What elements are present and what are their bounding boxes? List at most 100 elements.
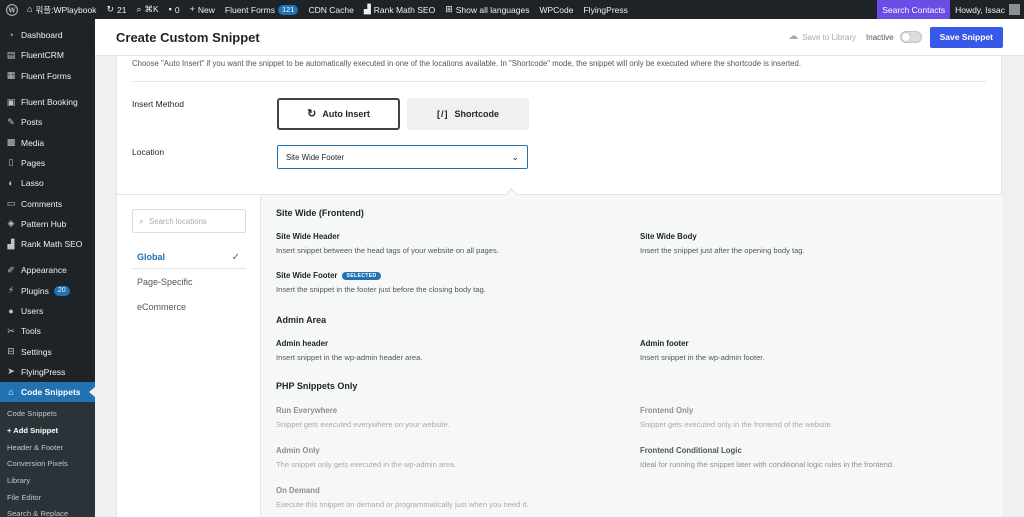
chevron-down-icon: ⌄ [511,151,519,162]
option-admin-only[interactable]: Admin Only The snippet only gets execute… [276,446,606,469]
home-icon: ⌂ [27,4,33,14]
sidebar-item-tools[interactable]: ✂ Tools [0,321,95,341]
option-description: Snippet gets executed only in the fronte… [640,420,833,429]
fluent-forms-count: 121 [277,4,299,15]
submenu-item-add-snippet[interactable]: + Add Snippet [0,422,95,439]
comments-count: 0 [174,4,180,15]
category-ecommerce[interactable]: eCommerce [132,296,246,318]
option-run-everywhere[interactable]: Run Everywhere Snippet gets executed eve… [276,406,606,429]
sidebar-item-label: FlyingPress [21,366,66,377]
search-icon: ⌕ [139,215,145,226]
auto-insert-button[interactable]: ↻ Auto Insert [277,98,400,130]
wordpress-logo-icon[interactable]: W [2,0,22,19]
flyingpress-link[interactable]: FlyingPress [578,0,632,19]
sidebar-item-comments[interactable]: ▭ Comments [0,193,95,213]
fluent-forms-link[interactable]: Fluent Forms 121 [220,0,304,19]
plus-icon: + [189,4,195,14]
option-frontend-conditional-logic[interactable]: Frontend Conditional Logic Ideal for run… [640,446,970,469]
sidebar-item-code-snippets[interactable]: ⌂ Code Snippets [0,382,95,403]
search-contacts-button[interactable]: Search Contacts [877,0,951,19]
sidebar-item-rank-math[interactable]: ▟ Rank Math SEO [0,234,95,254]
cdn-cache-link[interactable]: CDN Cache [303,0,358,19]
save-to-library-button[interactable]: ☁ Save to Library [788,32,856,42]
option-admin-footer[interactable]: Admin footer Insert snippet in the wp-ad… [640,339,970,362]
status-label: Inactive [866,32,894,42]
comment-icon: ▪ [168,4,172,14]
avatar [1009,4,1020,15]
rankmath-icon: ▟ [363,4,371,14]
category-page-specific[interactable]: Page-Specific [132,271,246,293]
user-account-link[interactable]: Howdy, Issac [950,0,1024,19]
rankmath-icon: ▟ [7,238,15,249]
option-site-wide-footer[interactable]: Site Wide Footer SELECTED Insert the sni… [276,271,606,294]
search-locations-input[interactable]: ⌕ Search locations [132,209,246,233]
sidebar-item-pages[interactable]: ▯ Pages [0,153,95,173]
option-description: The snippet only gets executed in the wp… [276,460,457,469]
option-admin-header[interactable]: Admin header Insert snippet in the wp-ad… [276,339,606,362]
option-title: Admin header [276,339,328,348]
flyingpress-label: FlyingPress [583,4,628,15]
insertion-description: Choose "Auto Insert" if you want the sni… [132,59,802,68]
shortcode-label: Shortcode [454,109,499,119]
submenu-item-conversion-pixels[interactable]: Conversion Pixels [0,455,95,472]
shortcode-button[interactable]: [/] Shortcode [407,98,529,130]
location-select[interactable]: Site Wide Footer ⌄ [277,145,528,169]
wpcode-link[interactable]: WPCode [534,0,578,19]
sidebar-item-label: Comments [21,198,63,209]
plugins-update-badge: 20 [53,285,70,296]
category-global[interactable]: Global ✓ [132,246,246,268]
new-content-link[interactable]: + New [185,0,220,19]
location-dropdown: ⌕ Search locations Global ✓ Page-Specifi… [117,188,1002,517]
sidebar-item-settings[interactable]: ⊟ Settings [0,341,95,361]
option-description: Insert snippet in the wp-admin footer. [640,353,765,362]
lasso-icon: ◐ [8,178,14,189]
sidebar-item-users[interactable]: ● Users [0,301,95,321]
auto-insert-label: Auto Insert [322,109,370,119]
submenu-item-search-replace[interactable]: Search & Replace [0,505,95,517]
site-name-link[interactable]: ⌂ 워플:WPlaybook [22,0,101,19]
sidebar-item-pattern-hub[interactable]: ◈ Pattern Hub [0,214,95,234]
submenu-item-header-footer[interactable]: Header & Footer [0,439,95,456]
code-icon: ⌂ [8,387,14,398]
sidebar-item-dashboard[interactable]: ◔ Dashboard [0,25,95,45]
keyboard-shortcut: ⌘K [144,4,159,14]
comments-link[interactable]: ▪ 0 [164,0,185,19]
option-description: Execute this snippet on demand or progra… [276,500,529,509]
shortcode-icon: [/] [436,108,449,119]
option-title: Admin footer [640,339,689,348]
category-label: Global [137,252,166,262]
flyingpress-icon: ➤ [7,366,15,377]
sidebar-item-posts[interactable]: ✎ Posts [0,112,95,132]
sidebar-item-lasso[interactable]: ◐ Lasso [0,173,95,193]
sidebar-item-flyingpress[interactable]: ➤ FlyingPress [0,362,95,382]
submenu-item-code-snippets[interactable]: Code Snippets [0,405,95,422]
location-categories: ⌕ Search locations Global ✓ Page-Specifi… [117,195,261,517]
option-title-row: Site Wide Footer SELECTED [276,271,606,280]
pages-icon: ▯ [8,157,14,168]
sidebar-item-plugins[interactable]: ⚡ Plugins 20 [0,281,95,301]
languages-link[interactable]: ⊞ Show all languages [440,0,534,19]
translate-icon: ⊞ [445,4,453,14]
active-toggle[interactable] [899,31,922,43]
sidebar-item-appearance[interactable]: ✐ Appearance [0,260,95,280]
selected-badge: SELECTED [342,271,381,280]
command-palette-link[interactable]: ⌕ ⌘K [131,0,163,19]
sidebar-item-media[interactable]: ▩ Media [0,132,95,152]
updates-link[interactable]: ↻ 21 [101,0,131,19]
sidebar-item-fluentcrm[interactable]: ▤ FluentCRM [0,45,95,65]
sidebar-item-fluent-forms[interactable]: ▦ Fluent Forms [0,66,95,86]
sidebar-item-fluent-booking[interactable]: ▣ Fluent Booking [0,92,95,112]
submenu-item-library[interactable]: Library [0,472,95,489]
option-frontend-only[interactable]: Frontend Only Snippet gets executed only… [640,406,970,429]
save-snippet-button[interactable]: Save Snippet [929,26,1003,48]
submenu-item-file-editor[interactable]: File Editor [0,489,95,506]
toggle-knob [901,33,910,41]
rank-math-link[interactable]: ▟ Rank Math SEO [359,0,440,19]
option-description: Insert the snippet in the footer just be… [276,285,486,294]
header-actions: ☁ Save to Library Inactive Save Snippet [788,26,1003,48]
option-site-wide-body[interactable]: Site Wide Body Insert the snippet just a… [640,232,970,255]
divider [132,268,246,269]
option-site-wide-header[interactable]: Site Wide Header Insert snippet between … [276,232,606,255]
option-title: Frontend Only [640,406,694,415]
option-on-demand[interactable]: On Demand Execute this snippet on demand… [276,486,606,509]
